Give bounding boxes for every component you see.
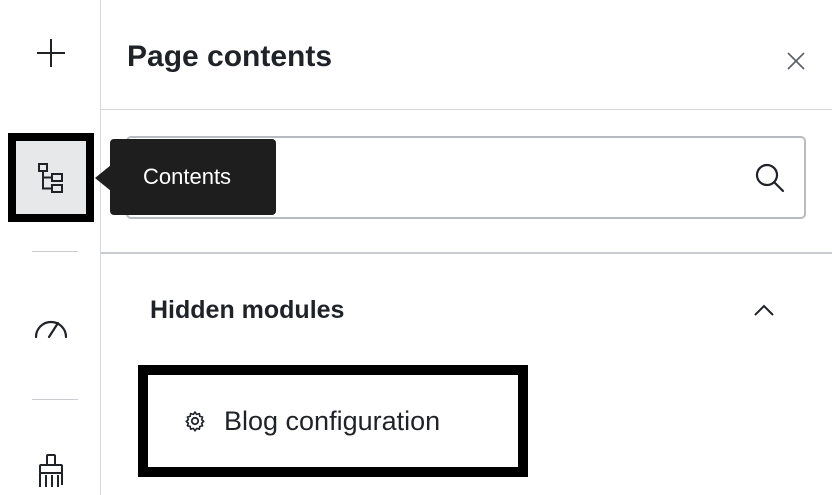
hidden-modules-header[interactable]: Hidden modules [150, 296, 344, 325]
plus-icon [37, 39, 65, 67]
app-root: Contents Page contents Hidden modules Bl… [0, 0, 832, 495]
rail-divider [32, 399, 78, 400]
add-button[interactable] [24, 26, 78, 80]
speedometer-icon [34, 320, 68, 339]
page-contents-panel: Page contents Hidden modules Blog config… [101, 0, 832, 495]
performance-button[interactable] [24, 300, 78, 354]
search-divider [101, 252, 832, 254]
tree-icon [38, 162, 63, 193]
tooltip-text: Contents [143, 164, 232, 189]
rail-divider [32, 251, 78, 252]
search-icon[interactable] [754, 162, 786, 194]
contents-tooltip: Contents [110, 139, 276, 215]
contents-button[interactable] [8, 133, 94, 222]
module-item-label: Blog configuration [224, 405, 441, 436]
tooltip-arrow [95, 165, 111, 191]
left-icon-rail [0, 0, 101, 495]
gear-icon [185, 411, 205, 432]
panel-title: Page contents [127, 40, 333, 73]
design-button[interactable] [24, 446, 78, 495]
brush-icon [39, 453, 63, 487]
header-divider [101, 109, 832, 110]
module-item-blog-configuration[interactable]: Blog configuration [138, 365, 528, 477]
chevron-up-icon[interactable] [752, 302, 776, 318]
close-button[interactable] [783, 48, 809, 74]
close-icon [787, 52, 805, 70]
